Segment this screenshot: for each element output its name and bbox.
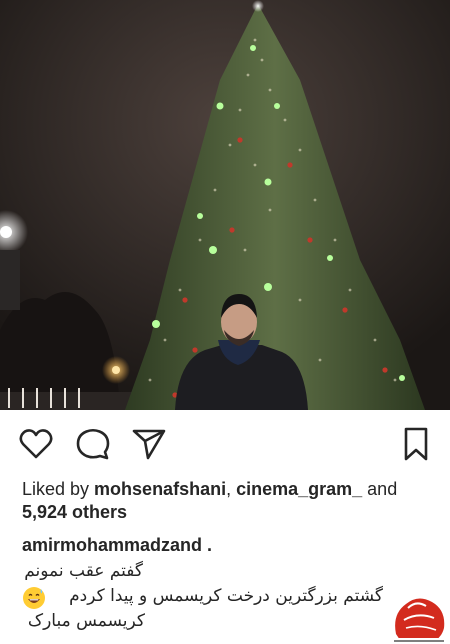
likes-and: and: [362, 479, 398, 499]
likes-separator: ,: [226, 479, 237, 499]
heart-icon[interactable]: [18, 426, 54, 462]
post-action-bar: [0, 418, 450, 470]
caption-line-2: گشتم بزرگترین درخت کریسمس و پیدا کردم: [69, 586, 383, 606]
dustaan-watermark-logo: [388, 598, 450, 644]
christmas-tree-photo: [0, 0, 450, 410]
caption-username[interactable]: amirmohammadzand .: [22, 535, 212, 556]
bookmark-icon[interactable]: [398, 426, 434, 462]
others-count-link[interactable]: 5,924 others: [22, 502, 127, 522]
liker-link-1[interactable]: mohsenafshani: [94, 479, 226, 499]
caption-line-3: کریسمس مبارک: [27, 611, 145, 631]
likes-prefix: Liked by: [22, 479, 95, 499]
paper-plane-icon[interactable]: [131, 426, 167, 462]
likes-summary: Liked by mohsenafshani, cinema_gram_ and…: [22, 478, 432, 524]
comment-bubble-icon[interactable]: [75, 426, 111, 462]
post-photo[interactable]: [0, 0, 450, 410]
caption-line-1: گفتم عقب نمونم: [24, 561, 143, 581]
liker-link-2[interactable]: cinema_gram_: [236, 479, 362, 499]
grinning-sweat-emoji: [23, 587, 45, 609]
